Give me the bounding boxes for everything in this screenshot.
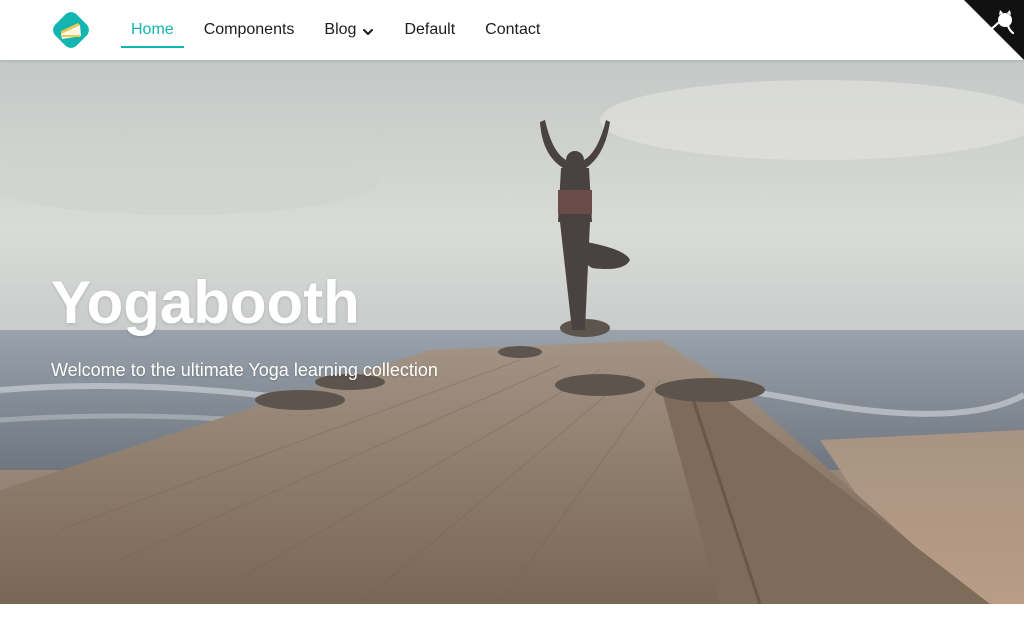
nav-item-home[interactable]: Home	[121, 0, 184, 60]
hero-banner: Yogabooth Welcome to the ultimate Yoga l…	[0, 60, 1024, 604]
main-nav: Home Components Blog Default Contact	[121, 0, 560, 60]
nav-item-contact[interactable]: Contact	[475, 0, 550, 60]
nav-item-label: Default	[404, 21, 456, 38]
nav-item-blog[interactable]: Blog	[314, 0, 384, 60]
nav-item-default[interactable]: Default	[394, 0, 465, 60]
nav-item-label: Components	[203, 21, 295, 38]
nav-item-label: Contact	[485, 21, 541, 38]
hero-title: Yogabooth	[51, 269, 360, 336]
nav-item-label: Home	[131, 21, 174, 38]
hero-subtitle: Welcome to the ultimate Yoga learning co…	[51, 360, 438, 380]
nav-item-components[interactable]: Components	[194, 0, 305, 60]
nav-item-label: Blog	[324, 21, 357, 38]
github-corner-link[interactable]	[964, 0, 1024, 60]
cake-slice-icon[interactable]	[50, 9, 92, 51]
top-navbar: Home Components Blog Default Contact	[0, 0, 1024, 60]
chevron-down-icon	[363, 28, 374, 35]
